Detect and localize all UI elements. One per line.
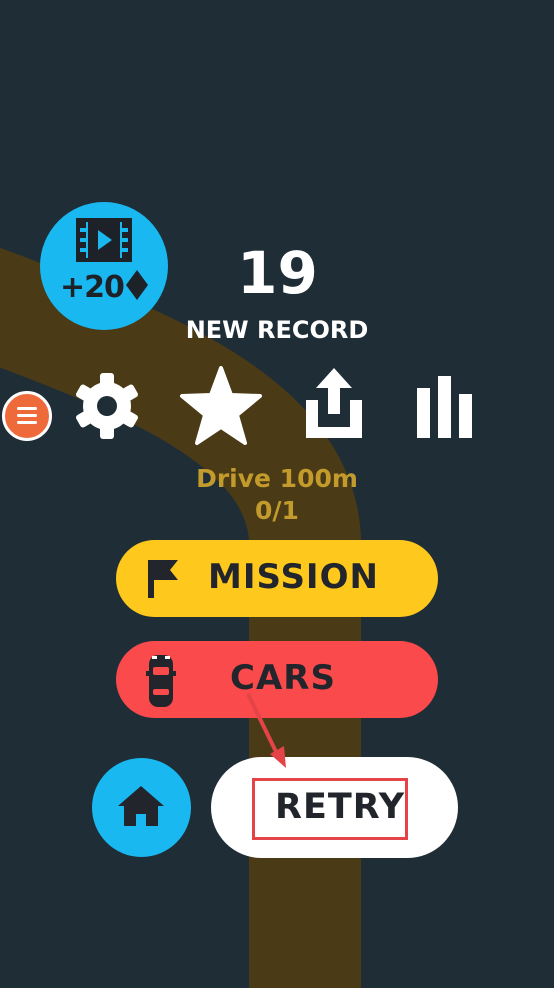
new-record-label: NEW RECORD [185, 316, 369, 344]
car-icon [146, 655, 176, 707]
leaderboard-icon[interactable] [416, 376, 474, 438]
score-value: 19 [237, 239, 318, 307]
mission-button-label: MISSION [208, 557, 379, 597]
settings-gear-icon[interactable] [74, 370, 140, 442]
diamond-icon [125, 270, 148, 300]
film-play-icon [76, 218, 132, 262]
annotation-arrow-icon [246, 693, 286, 768]
current-mission: Drive 100m 0/1 [150, 463, 404, 527]
reward-amount: +20 [60, 270, 125, 305]
star-icon[interactable] [180, 366, 262, 446]
mission-description: Drive 100m [196, 464, 358, 493]
home-icon [118, 786, 164, 826]
share-icon[interactable] [302, 366, 366, 440]
retry-highlight-box [252, 778, 408, 840]
mission-progress: 0/1 [255, 496, 299, 525]
watch-video-reward-button[interactable]: +20 [40, 202, 168, 330]
flag-icon [148, 560, 178, 598]
mission-button[interactable]: MISSION [116, 540, 438, 617]
menu-lines-icon [17, 407, 37, 424]
home-button[interactable] [92, 758, 191, 857]
side-menu-button[interactable] [2, 391, 52, 441]
